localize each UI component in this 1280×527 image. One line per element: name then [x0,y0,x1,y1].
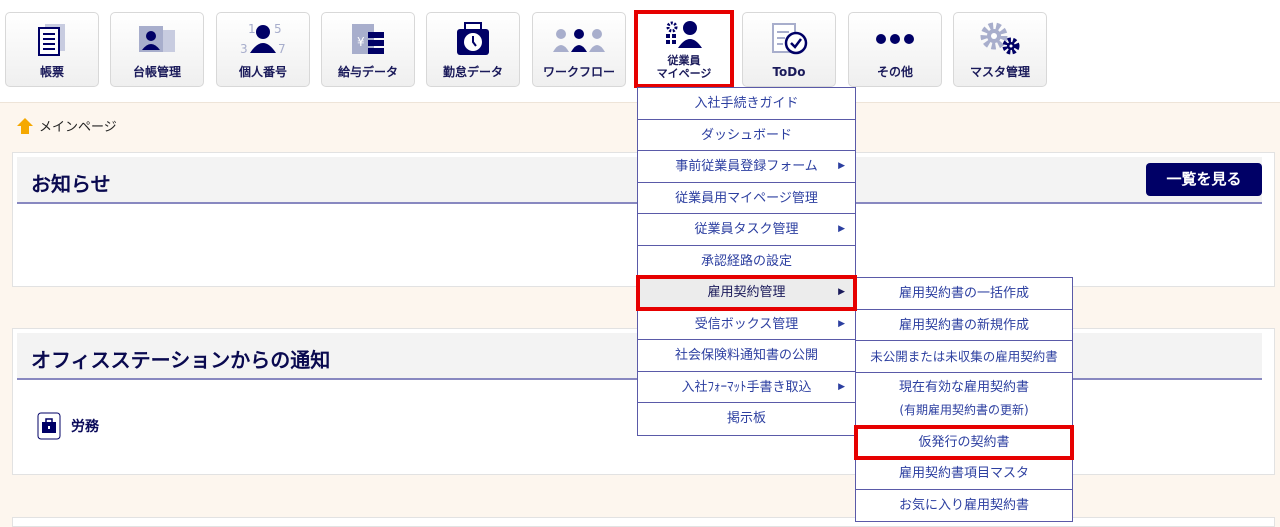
person-number-icon: 1537 [217,21,309,57]
menu-item-pre-registration-form[interactable]: 事前従業員登録フォーム ▶ [638,151,855,183]
submenu-favorites[interactable]: お気に入り雇用契約書 [856,490,1072,522]
workflow-icon [533,21,625,57]
gear-icon [954,21,1046,57]
id-card-icon [111,21,203,57]
chevron-right-icon: ▶ [838,318,845,329]
chevron-right-icon: ▶ [838,287,845,297]
more-icon [849,21,941,57]
menu-item-mypage-management[interactable]: 従業員用マイページ管理 [638,183,855,214]
chevron-right-icon: ▶ [838,161,845,171]
submenu-unpublished[interactable]: 未公開または未収集の雇用契約書 [856,341,1072,373]
submenu-provisional-contracts[interactable]: 仮発行の契約書 [854,424,1074,460]
employee-mypage-icon [638,18,730,54]
toolbar-todo-button[interactable]: ToDo [742,12,836,87]
office-notice-title: オフィスステーションからの通知 [31,348,331,372]
breadcrumb-main-page[interactable]: メインページ [39,116,117,135]
menu-item-inbox-management[interactable]: 受信ボックス管理 ▶ [638,309,855,340]
todo-icon [743,21,835,57]
briefcase-icon [37,412,61,440]
menu-item-dashboard[interactable]: ダッシュボード [638,120,855,151]
next-panel [12,517,1275,527]
chevron-right-icon: ▶ [838,381,845,392]
menu-item-bulletin-board[interactable]: 掲示板 [638,403,855,435]
chevron-right-icon: ▶ [838,224,845,234]
document-icon [6,21,98,57]
toolbar-ledger-button[interactable]: 台帳管理 [110,12,204,87]
employment-contract-submenu: 雇用契約書の一括作成 雇用契約書の新規作成 未公開または未収集の雇用契約書 現在… [854,277,1074,522]
label-line1: 従業員 [667,54,701,67]
toolbar-employee-mypage-button[interactable]: 従業員 マイページ [634,10,734,88]
menu-item-employment-contract[interactable]: 雇用契約管理 ▶ [636,275,857,311]
menu-item-task-management[interactable]: 従業員タスク管理 ▶ [638,214,855,246]
labor-item[interactable]: 労務 [37,412,99,440]
labor-label: 労務 [71,419,99,435]
salary-icon: ¥ [322,21,414,57]
toolbar-forms-button[interactable]: 帳票 [5,12,99,87]
menu-item-handwriting-import[interactable]: 入社ﾌｫｰﾏｯﾄ手書き取込 ▶ [638,372,855,403]
employee-mypage-menu: 入社手続きガイド ダッシュボード 事前従業員登録フォーム ▶ 従業員用マイページ管… [636,87,857,436]
submenu-item-master[interactable]: 雇用契約書項目マスタ [856,458,1072,490]
notice-title: お知らせ [31,172,111,196]
menu-item-onboarding-guide[interactable]: 入社手続きガイド [638,88,855,120]
menu-item-approval-route[interactable]: 承認経路の設定 [638,246,855,277]
toolbar-attendance-button[interactable]: 勤怠データ [426,12,520,87]
breadcrumb: メインページ [16,116,117,135]
toolbar-other-button[interactable]: その他 [848,12,942,87]
home-icon[interactable] [16,117,34,135]
svg-text:3: 3 [240,42,248,56]
svg-text:7: 7 [278,42,286,56]
svg-text:5: 5 [274,22,282,36]
svg-text:¥: ¥ [357,35,365,49]
submenu-active-contracts[interactable]: 現在有効な雇用契約書 (有期雇用契約書の更新) [856,373,1072,427]
menu-item-insurance-notice[interactable]: 社会保険料通知書の公開 [638,340,855,372]
toolbar-master-button[interactable]: マスタ管理 [953,12,1047,87]
toolbar-mynumber-button[interactable]: 1537 個人番号 [216,12,310,87]
view-all-button[interactable]: 一覧を見る [1146,163,1262,196]
submenu-bulk-create[interactable]: 雇用契約書の一括作成 [856,278,1072,310]
submenu-new-create[interactable]: 雇用契約書の新規作成 [856,310,1072,341]
label-line2: マイページ [656,67,712,80]
svg-text:1: 1 [248,22,256,36]
toolbar-workflow-button[interactable]: ワークフロー [532,12,626,87]
timecard-icon [427,21,519,57]
toolbar-salary-button[interactable]: ¥ 給与データ [321,12,415,87]
